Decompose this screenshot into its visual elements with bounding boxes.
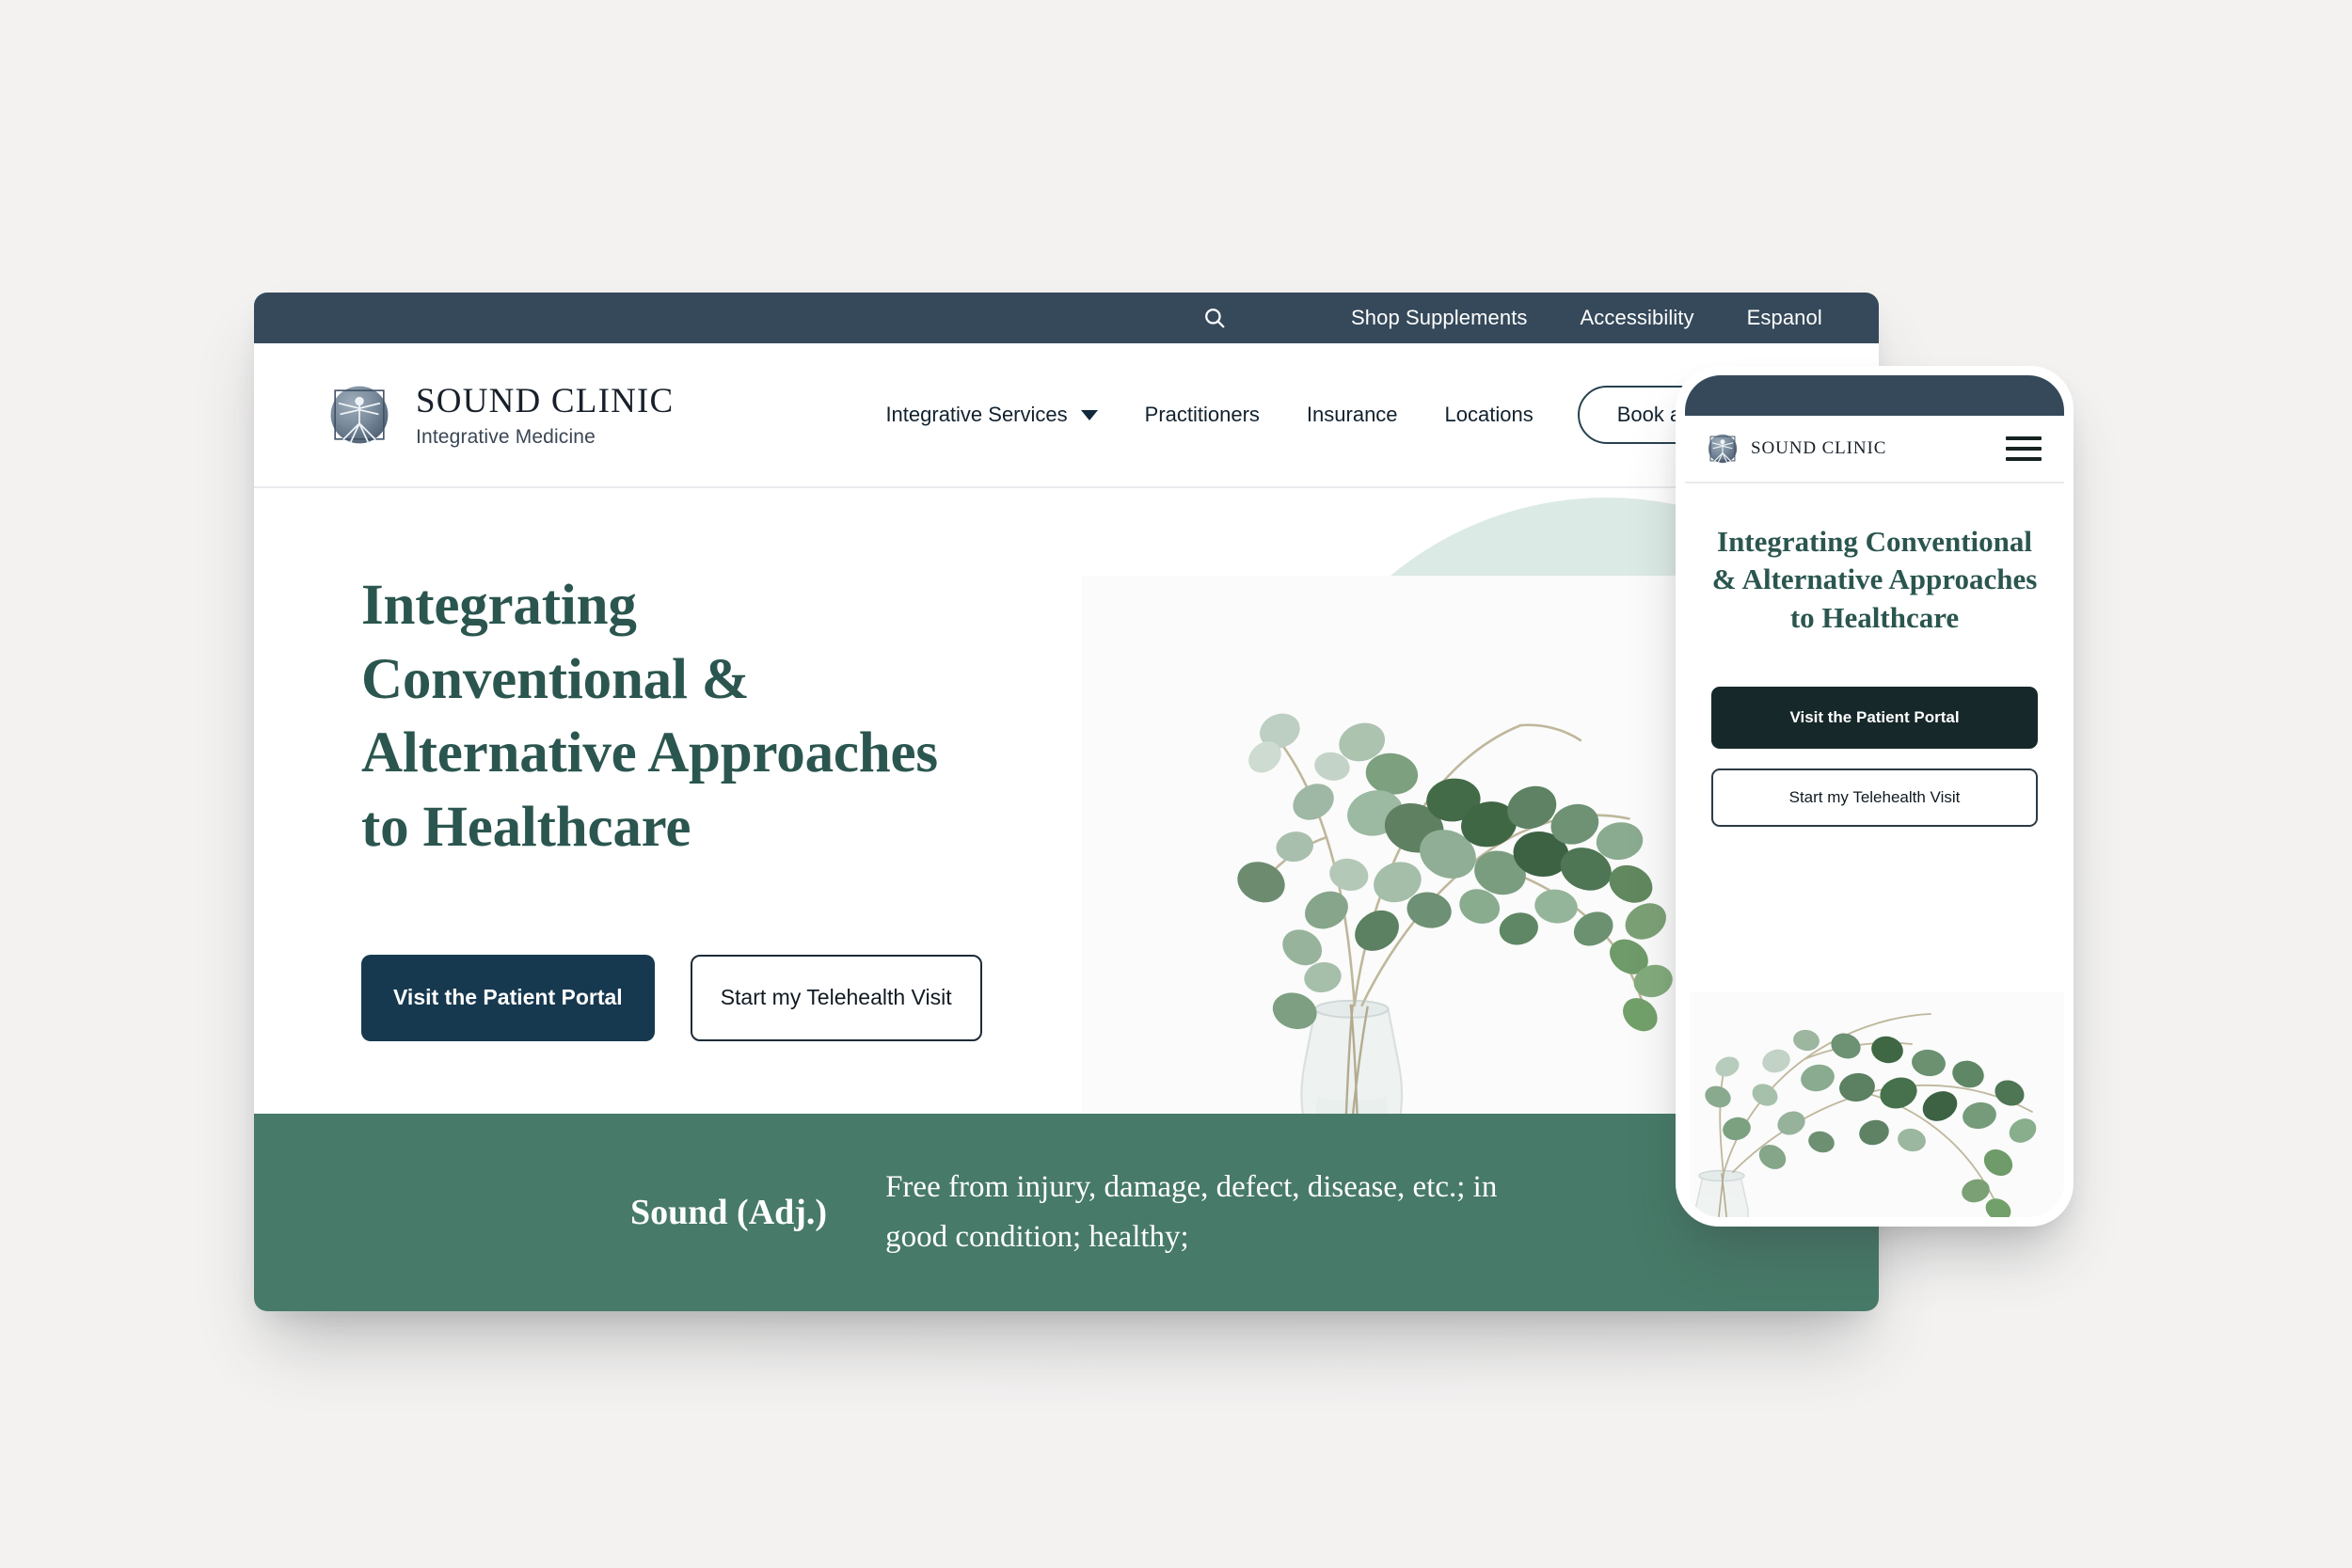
vitruvian-man-icon <box>324 379 395 451</box>
visit-patient-portal-button[interactable]: Visit the Patient Portal <box>361 954 655 1041</box>
main-navigation: Integrative Services Practitioners Insur… <box>862 386 1786 444</box>
nav-label: Integrative Services <box>885 403 1068 426</box>
topbar-link-shop-supplements[interactable]: Shop Supplements <box>1325 306 1554 330</box>
search-icon[interactable] <box>1195 298 1234 338</box>
nav-label: Locations <box>1444 403 1534 426</box>
hero-title: Integrating Conventional & Alternative A… <box>361 574 938 860</box>
hero-section: Integrating Conventional & Alternative A… <box>254 488 1879 1114</box>
phone-site-header: SOUND CLINIC <box>1685 416 2064 483</box>
definition-text: Free from injury, damage, defect, diseas… <box>885 1169 1498 1254</box>
brand-logo[interactable]: SOUND CLINIC Integrative Medicine <box>324 379 674 451</box>
hero-copy: Integrating Conventional & Alternative A… <box>361 569 982 1041</box>
utility-topbar: Shop Supplements Accessibility Espanol <box>254 293 1879 343</box>
topbar-link-accessibility[interactable]: Accessibility <box>1554 306 1721 330</box>
phone-mockup: SOUND CLINIC Integrating Conventional & … <box>1676 366 2074 1227</box>
mockup-stage: Shop Supplements Accessibility Espanol S… <box>0 0 2352 1568</box>
vitruvian-man-icon <box>1705 431 1740 467</box>
phone-visit-patient-portal-button[interactable]: Visit the Patient Portal <box>1711 686 2038 749</box>
topbar-link-espanol[interactable]: Espanol <box>1721 306 1849 330</box>
nav-item-practitioners[interactable]: Practitioners <box>1121 403 1283 427</box>
site-header: SOUND CLINIC Integrative Medicine Integr… <box>254 343 1879 488</box>
nav-item-locations[interactable]: Locations <box>1422 403 1557 427</box>
phone-hero-section: Integrating Conventional & Alternative A… <box>1685 483 2064 1217</box>
nav-label: Practitioners <box>1144 403 1260 426</box>
start-telehealth-visit-button[interactable]: Start my Telehealth Visit <box>690 954 982 1041</box>
brand-tagline: Integrative Medicine <box>416 425 596 448</box>
phone-start-telehealth-visit-button[interactable]: Start my Telehealth Visit <box>1711 768 2038 827</box>
phone-brand-name: SOUND CLINIC <box>1751 438 1887 458</box>
phone-hero-title: Integrating Conventional & Alternative A… <box>1711 525 2038 634</box>
hamburger-menu-icon[interactable] <box>2006 436 2042 461</box>
nav-item-insurance[interactable]: Insurance <box>1283 403 1422 427</box>
desktop-browser-mockup: Shop Supplements Accessibility Espanol S… <box>254 293 1879 1311</box>
phone-brand-logo[interactable]: SOUND CLINIC <box>1705 431 1886 467</box>
definition-banner: Sound (Adj.) Free from injury, damage, d… <box>254 1114 1879 1311</box>
phone-utility-topbar <box>1685 375 2064 416</box>
definition-word: Sound (Adj.) <box>630 1193 828 1232</box>
nav-label: Insurance <box>1306 403 1398 426</box>
brand-name: SOUND CLINIC <box>416 381 675 420</box>
hero-image <box>1082 576 1679 1114</box>
nav-item-integrative-services[interactable]: Integrative Services <box>862 403 1120 427</box>
phone-hero-image <box>1690 991 2064 1217</box>
chevron-down-icon <box>1080 409 1098 420</box>
